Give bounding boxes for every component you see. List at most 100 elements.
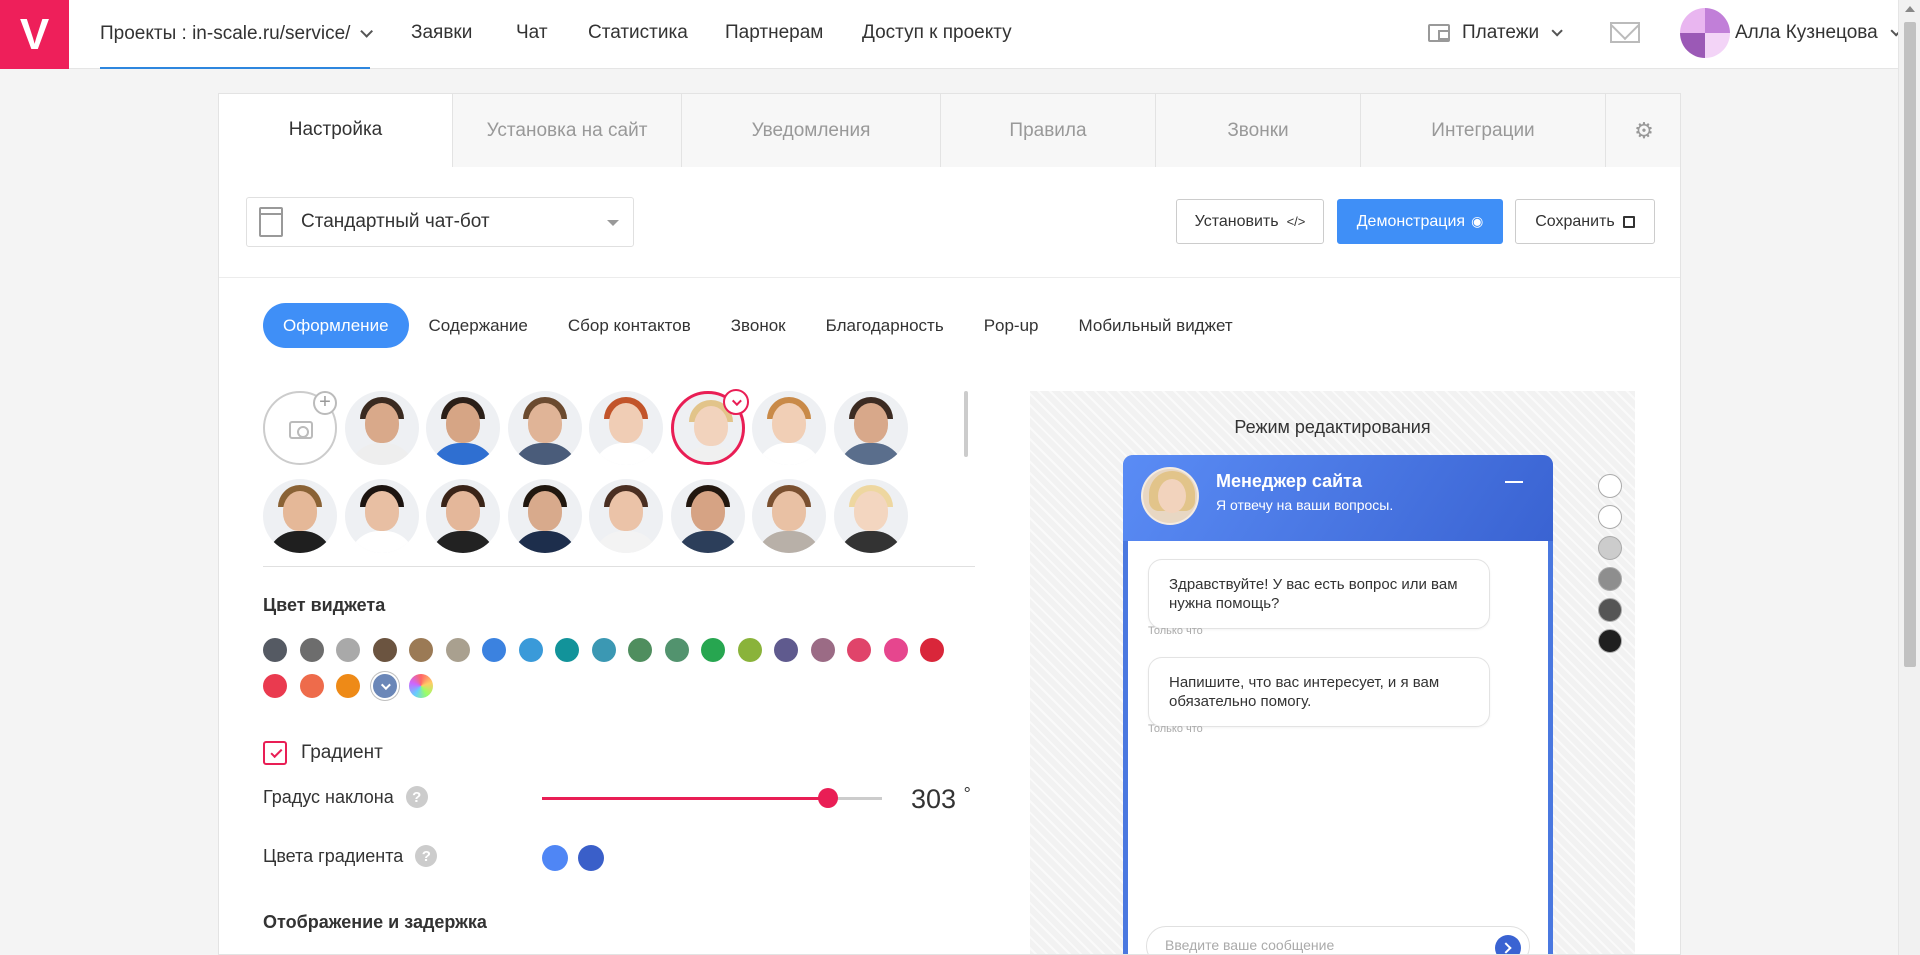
avatar-option[interactable] xyxy=(507,479,582,553)
gradient-checkbox-row[interactable]: Градиент xyxy=(263,741,383,765)
subtab-content[interactable]: Содержание xyxy=(409,303,548,348)
project-selector[interactable]: Проекты : in-scale.ru/service/ xyxy=(100,0,374,69)
color-swatch[interactable] xyxy=(445,638,470,662)
angle-slider-fill xyxy=(542,797,828,800)
gradient-color-1[interactable] xyxy=(542,845,568,871)
color-swatch[interactable] xyxy=(810,638,835,662)
page-scrollbar[interactable] xyxy=(1898,0,1920,955)
color-swatch[interactable] xyxy=(847,638,871,662)
color-swatch[interactable] xyxy=(920,638,944,662)
save-button[interactable]: Сохранить xyxy=(1515,199,1655,244)
preview-color-option[interactable] xyxy=(1598,567,1622,591)
code-icon: </> xyxy=(1286,214,1306,229)
tab-notifications[interactable]: Уведомления xyxy=(681,94,940,167)
scrollbar-thumb[interactable] xyxy=(1904,22,1916,667)
template-select[interactable]: Стандартный чат-бот xyxy=(246,197,634,247)
preview-color-option[interactable] xyxy=(1598,536,1622,560)
color-swatch[interactable] xyxy=(299,638,324,662)
chat-input-placeholder: Введите ваше сообщение xyxy=(1165,937,1335,953)
avatar-option[interactable] xyxy=(507,391,582,465)
avatar-option[interactable] xyxy=(344,391,419,465)
preview-color-option[interactable] xyxy=(1598,474,1622,498)
help-icon[interactable]: ? xyxy=(415,845,438,867)
message-time: Только что xyxy=(1148,723,1203,735)
tab-install[interactable]: Установка на сайт xyxy=(452,94,681,167)
chat-input[interactable]: Введите ваше сообщение xyxy=(1146,926,1530,954)
subtab-call[interactable]: Звонок xyxy=(711,303,806,348)
color-swatch[interactable] xyxy=(518,638,543,662)
caret-down-icon xyxy=(607,220,619,226)
color-swatch[interactable] xyxy=(299,674,324,698)
tab-rules[interactable]: Правила xyxy=(940,94,1155,167)
angle-slider-handle[interactable] xyxy=(817,788,838,808)
avatar-option[interactable] xyxy=(670,479,745,553)
subtab-appearance[interactable]: Оформление xyxy=(263,303,409,348)
subtab-thanks[interactable]: Благодарность xyxy=(806,303,964,348)
avatar-scrollbar[interactable] xyxy=(964,391,968,457)
angle-slider[interactable] xyxy=(542,788,882,808)
avatar-option[interactable] xyxy=(752,479,826,553)
chat-message: Напишите, что вас интересует, и я вам об… xyxy=(1148,657,1490,727)
subtab-contacts[interactable]: Сбор контактов xyxy=(548,303,711,348)
color-swatch[interactable] xyxy=(482,638,506,662)
preview-color-option[interactable] xyxy=(1598,598,1622,622)
avatar-option[interactable] xyxy=(589,479,663,553)
help-icon[interactable]: ? xyxy=(405,786,428,808)
tab-integrations[interactable]: Интеграции xyxy=(1360,94,1605,167)
color-swatch[interactable] xyxy=(336,638,360,662)
color-swatch[interactable] xyxy=(372,674,397,698)
demo-button[interactable]: Демонстрация ◉ xyxy=(1337,199,1503,244)
color-swatch[interactable] xyxy=(409,638,433,662)
avatar-option[interactable] xyxy=(833,391,908,465)
chevron-down-icon xyxy=(1551,25,1563,37)
avatar-option[interactable] xyxy=(426,391,500,465)
color-swatch[interactable] xyxy=(263,674,287,698)
mail-icon[interactable] xyxy=(1610,22,1640,43)
tab-gear[interactable]: ⚙ xyxy=(1605,94,1680,167)
nav-item-requests[interactable]: Заявки xyxy=(411,0,472,66)
nav-item-statistics[interactable]: Статистика xyxy=(588,0,688,66)
nav-item-chat[interactable]: Чат xyxy=(516,0,548,66)
logo[interactable]: V xyxy=(0,0,69,69)
gradient-checkbox[interactable] xyxy=(263,741,287,765)
color-swatch[interactable] xyxy=(372,638,397,662)
preview-color-option[interactable] xyxy=(1598,505,1622,529)
send-icon[interactable] xyxy=(1495,935,1521,954)
avatar-option[interactable] xyxy=(589,391,663,465)
top-nav: V Проекты : in-scale.ru/service/ Заявки … xyxy=(0,0,1902,69)
custom-color-swatch[interactable] xyxy=(409,674,433,698)
minimize-icon[interactable] xyxy=(1505,481,1523,483)
preview-color-option[interactable] xyxy=(1598,629,1622,653)
payments-menu[interactable]: Платежи xyxy=(1428,0,1563,66)
color-swatch[interactable] xyxy=(336,674,360,698)
avatar-option[interactable] xyxy=(426,479,500,553)
install-button[interactable]: Установить </> xyxy=(1176,199,1324,244)
avatar-option[interactable] xyxy=(833,479,908,553)
gradient-color-2[interactable] xyxy=(578,845,604,871)
user-avatar[interactable] xyxy=(1680,8,1730,58)
nav-item-partners[interactable]: Партнерам xyxy=(725,0,823,66)
avatar-option[interactable] xyxy=(752,391,826,465)
tab-calls[interactable]: Звонки xyxy=(1155,94,1360,167)
color-swatch[interactable] xyxy=(737,638,762,662)
color-swatch[interactable] xyxy=(774,638,798,662)
upload-avatar-button[interactable]: + xyxy=(263,391,337,465)
color-swatch[interactable] xyxy=(664,638,689,662)
scroll-up-arrow-icon[interactable] xyxy=(1905,6,1915,12)
color-swatch[interactable] xyxy=(628,638,652,662)
color-swatch[interactable] xyxy=(883,638,908,662)
avatar-option[interactable] xyxy=(263,479,337,553)
gradient-colors-row: Цвета градиента ? xyxy=(263,845,438,867)
user-menu[interactable]: Алла Кузнецова xyxy=(1735,0,1902,66)
color-swatch[interactable] xyxy=(591,638,616,662)
avatar-option[interactable] xyxy=(344,479,419,553)
chat-widget: Менеджер сайта Я отвечу на ваши вопросы.… xyxy=(1123,455,1553,954)
color-swatch[interactable] xyxy=(263,638,287,662)
subtab-popup[interactable]: Pop-up xyxy=(964,303,1059,348)
color-swatch[interactable] xyxy=(701,638,725,662)
color-swatch[interactable] xyxy=(555,638,579,662)
message-time: Только что xyxy=(1148,625,1203,637)
nav-item-project-access[interactable]: Доступ к проекту xyxy=(862,0,1012,66)
tab-settings[interactable]: Настройка xyxy=(219,94,452,167)
subtab-mobile[interactable]: Мобильный виджет xyxy=(1059,303,1253,348)
